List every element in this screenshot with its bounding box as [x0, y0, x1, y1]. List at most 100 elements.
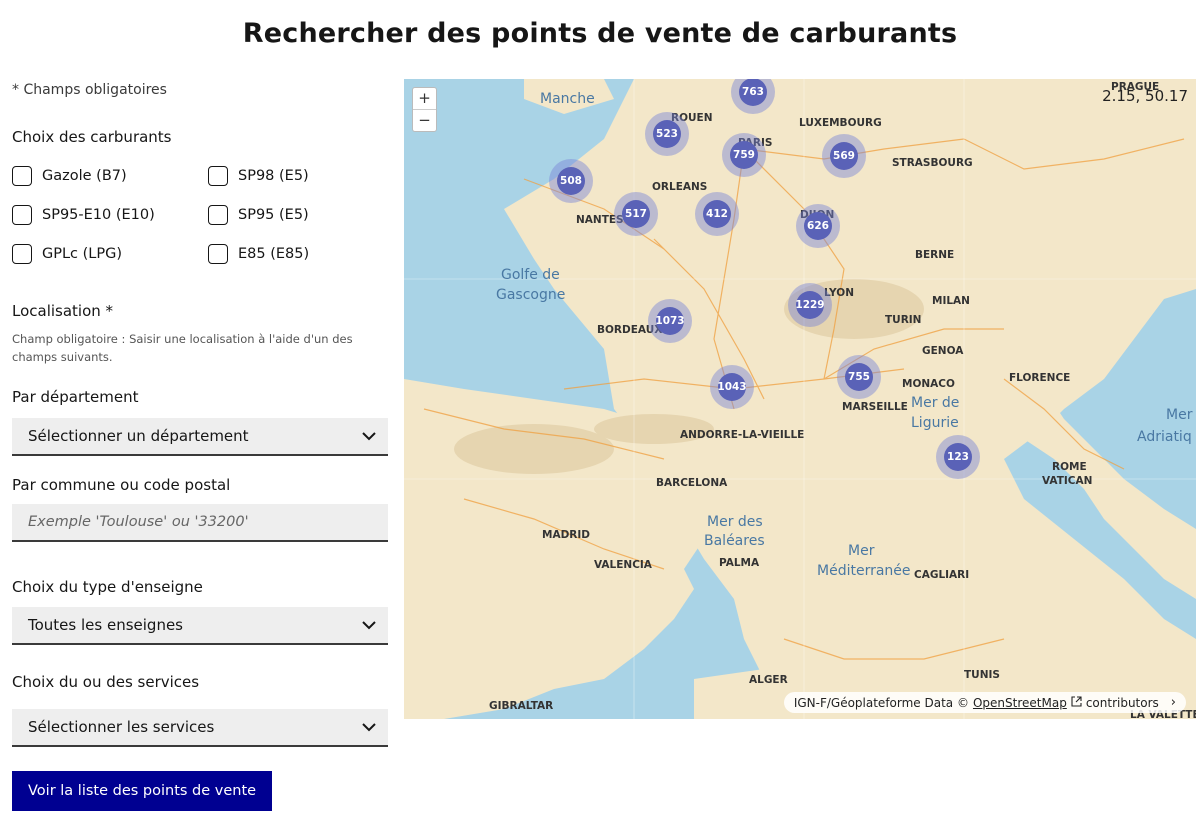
chevron-down-icon [362, 618, 376, 632]
cluster-count: 123 [944, 443, 972, 471]
station-cluster[interactable]: 523 [645, 112, 689, 156]
fuel-checkbox-e85[interactable]: E85 (E85) [208, 244, 309, 264]
map-label-milan: MILAN [932, 295, 970, 307]
map-label-barcelona: BARCELONA [656, 477, 728, 489]
map-label-luxembourg: LUXEMBOURG [799, 117, 882, 129]
cluster-count: 763 [739, 79, 767, 106]
cluster-count: 412 [703, 200, 731, 228]
map-label-orleans: ORLEANS [652, 181, 708, 193]
station-cluster[interactable]: 1229 [788, 283, 832, 327]
required-fields-note: * Champs obligatoires [12, 82, 167, 98]
map-label-turin: TURIN [885, 314, 922, 326]
cluster-count: 523 [653, 120, 681, 148]
map-label-andorre: ANDORRE-LA-VIEILLE [680, 429, 805, 441]
zoom-control: + − [412, 87, 437, 132]
cluster-count: 508 [557, 167, 585, 195]
map-label-genova: GENOA [922, 345, 964, 357]
coordinates-readout: 2.15, 50.17 [1102, 87, 1188, 105]
department-select-value: Sélectionner un département [28, 427, 249, 445]
map-attribution: IGN-F/Géoplateforme Data © OpenStreetMap… [783, 692, 1186, 713]
map-label-cagliari: CAGLIARI [914, 569, 970, 581]
map-label-vatican: VATICAN [1042, 475, 1093, 487]
brand-select-value: Toutes les enseignes [28, 616, 183, 634]
map-label-ligurie-1: Mer de [911, 395, 960, 411]
checkbox-box[interactable] [208, 166, 228, 186]
checkbox-box[interactable] [12, 166, 32, 186]
checkbox-label: SP98 (E5) [238, 168, 309, 184]
map-label-monaco: MONACO [902, 378, 955, 390]
map-label-marseille: MARSEILLE [842, 401, 908, 413]
map-base [404, 79, 1196, 719]
checkbox-label: SP95 (E5) [238, 207, 309, 223]
map-label-adriatic-2: Adriatiq [1137, 429, 1192, 445]
zoom-in-button[interactable]: + [413, 88, 436, 109]
fuel-checkbox-gazole[interactable]: Gazole (B7) [12, 166, 127, 186]
map[interactable]: Manche Golfe de Gascogne Mer des Baléare… [404, 79, 1196, 719]
map-label-valencia: VALENCIA [594, 559, 652, 571]
station-cluster[interactable]: 412 [695, 192, 739, 236]
station-cluster[interactable]: 759 [722, 133, 766, 177]
cluster-count: 1073 [655, 307, 685, 335]
station-cluster[interactable]: 123 [936, 435, 980, 479]
station-cluster[interactable]: 755 [837, 355, 881, 399]
checkbox-label: GPLc (LPG) [42, 246, 123, 262]
fuel-checkbox-sp95-e10[interactable]: SP95-E10 (E10) [12, 205, 155, 225]
chevron-down-icon [362, 720, 376, 734]
map-label-gascogne: Gascogne [496, 287, 566, 303]
brand-select[interactable]: Toutes les enseignes [12, 607, 388, 645]
station-cluster[interactable]: 1043 [710, 365, 754, 409]
services-select-value: Sélectionner les services [28, 718, 215, 736]
checkbox-box[interactable] [12, 244, 32, 264]
checkbox-label: Gazole (B7) [42, 168, 127, 184]
checkbox-box[interactable] [12, 205, 32, 225]
map-label-ligurie-2: Ligurie [911, 415, 959, 431]
cluster-count: 569 [830, 142, 858, 170]
map-label-tunis: TUNIS [964, 669, 1000, 681]
location-label: Localisation * [12, 302, 114, 320]
location-hint: Champ obligatoire : Saisir une localisat… [12, 332, 353, 364]
page-title: Rechercher des points de vente de carbur… [242, 18, 958, 49]
commune-input[interactable] [12, 504, 388, 542]
openstreetmap-link[interactable]: OpenStreetMap [973, 696, 1067, 710]
attribution-prefix: IGN-F/Géoplateforme Data © [793, 695, 969, 710]
commune-label: Par commune ou code postal [12, 476, 231, 494]
station-cluster[interactable]: 1073 [648, 299, 692, 343]
services-select[interactable]: Sélectionner les services [12, 709, 388, 747]
fuel-checkbox-gplc[interactable]: GPLc (LPG) [12, 244, 122, 264]
brand-label: Choix du type d'enseigne [12, 578, 203, 596]
fuel-checkbox-sp95[interactable]: SP95 (E5) [208, 205, 309, 225]
map-label-adriatic-1: Mer [1166, 407, 1193, 423]
checkbox-box[interactable] [208, 244, 228, 264]
services-label: Choix du ou des services [12, 673, 200, 691]
view-list-button[interactable]: Voir la liste des points de vente [12, 771, 273, 811]
cluster-count: 755 [845, 363, 873, 391]
map-label-palma: PALMA [719, 557, 760, 569]
map-label-medit-1: Mer [848, 543, 875, 559]
map-label-medit-2: Méditerranée [817, 563, 911, 579]
station-cluster[interactable]: 517 [614, 192, 658, 236]
checkbox-box[interactable] [208, 205, 228, 225]
checkbox-label: SP95-E10 (E10) [42, 207, 155, 223]
department-label: Par département [12, 388, 139, 406]
fuel-choice-label: Choix des carburants [12, 128, 172, 146]
department-select[interactable]: Sélectionner un département [12, 418, 388, 456]
map-label-rome: ROME [1052, 461, 1087, 473]
cluster-count: 626 [804, 212, 832, 240]
station-cluster[interactable]: 508 [549, 159, 593, 203]
map-label-manche: Manche [540, 91, 595, 107]
station-cluster[interactable]: 626 [796, 204, 840, 248]
station-cluster[interactable]: 569 [822, 134, 866, 178]
map-label-baleares-1: Mer des [707, 514, 763, 530]
map-label-alger: ALGER [749, 674, 788, 686]
chevron-down-icon [362, 429, 376, 443]
cluster-count: 1043 [717, 373, 747, 401]
zoom-out-button[interactable]: − [413, 109, 436, 131]
external-link-icon [1071, 695, 1082, 710]
map-label-florence: FLORENCE [1009, 372, 1071, 384]
fuel-checkbox-sp98[interactable]: SP98 (E5) [208, 166, 309, 186]
cluster-count: 517 [622, 200, 650, 228]
checkbox-label: E85 (E85) [238, 246, 310, 262]
chevron-right-icon[interactable]: › [1171, 695, 1176, 710]
map-label-baleares-2: Baléares [704, 533, 765, 549]
map-label-gibraltar: GIBRALTAR [489, 700, 554, 712]
